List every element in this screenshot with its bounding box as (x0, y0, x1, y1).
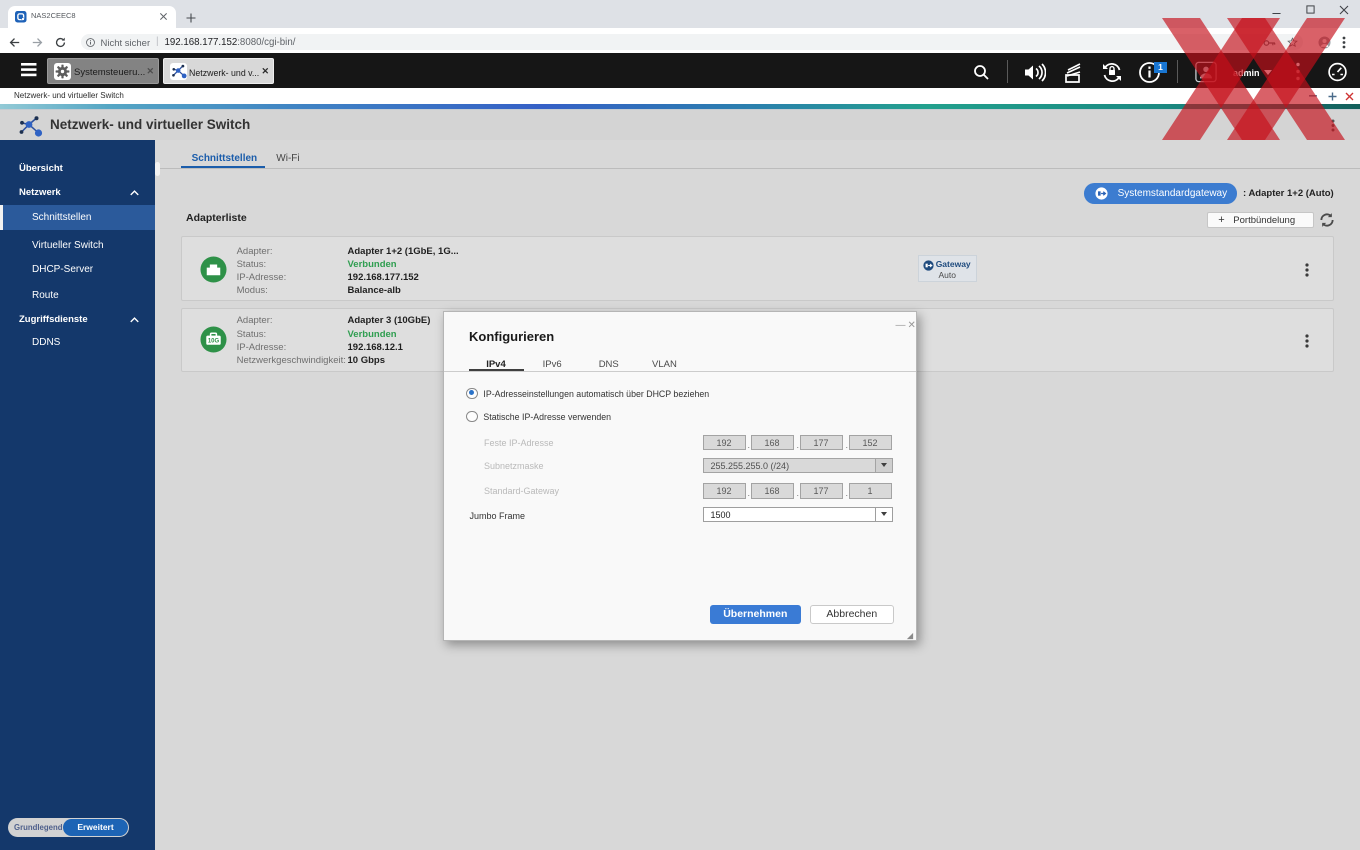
svg-text:10G: 10G (207, 339, 219, 345)
